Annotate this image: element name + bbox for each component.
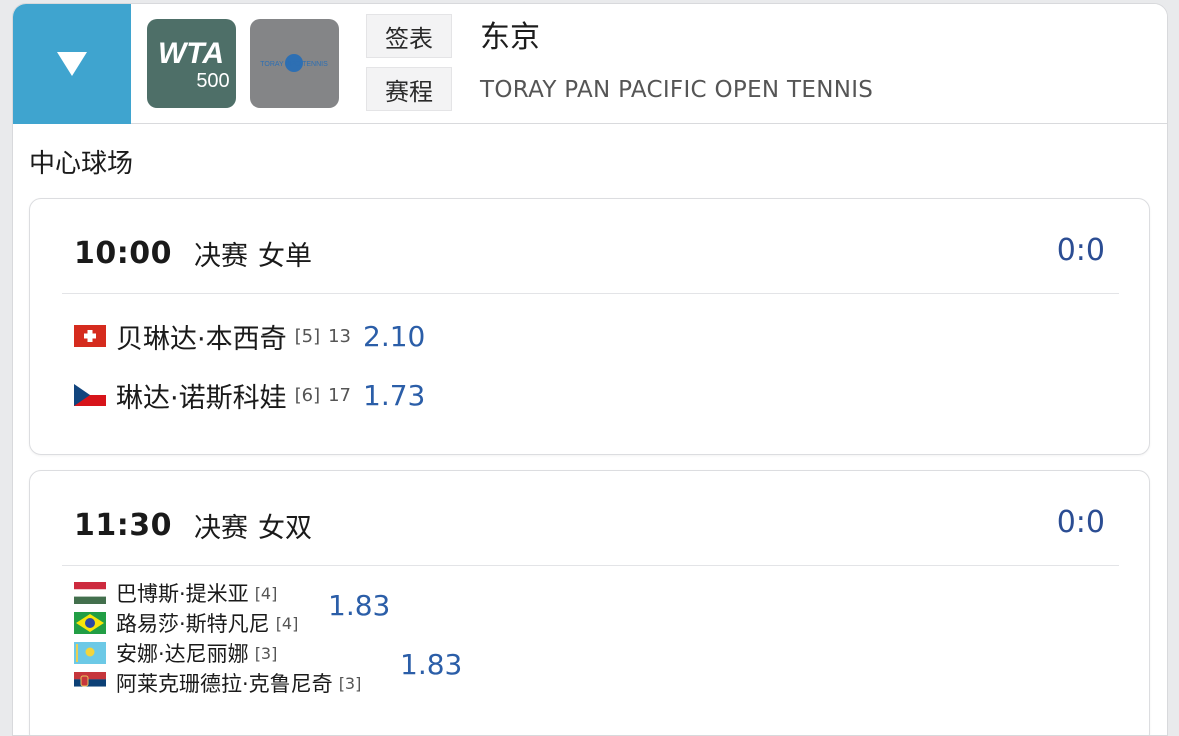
player-rank: 13 — [328, 325, 351, 347]
player-row: 琳达·诺斯科娃 [6] 17 1.73 — [74, 377, 425, 414]
wta-logo-tier: 500 — [196, 70, 229, 92]
toray-ppo-logo: TORAY PPO TENNIS — [250, 19, 339, 108]
player-row: 安娜·达尼丽娜 [3] — [74, 638, 277, 668]
player-seed: [3] — [254, 643, 278, 663]
match-time: 10:00 — [74, 235, 172, 271]
player-name: 琳达·诺斯科娃 — [116, 382, 287, 414]
match-time: 11:30 — [74, 507, 172, 543]
tab-draw[interactable]: 签表 — [366, 14, 452, 58]
match-type: 女单 — [258, 240, 312, 272]
collapse-toggle-button[interactable] — [13, 4, 131, 124]
match-card[interactable]: 11:30 决赛 女双 0:0 巴博斯·提米亚 [4] 路易莎·斯特凡尼 [4]… — [29, 470, 1150, 735]
hungary-flag-icon — [74, 582, 106, 604]
player-odds[interactable]: 1.73 — [363, 379, 425, 412]
tournament-city: 东京 — [480, 20, 540, 55]
player-odds[interactable]: 2.10 — [363, 320, 425, 353]
kazakhstan-flag-icon — [74, 642, 106, 664]
player-seed: [4] — [254, 583, 278, 603]
player-name: 安娜·达尼丽娜 — [116, 642, 249, 666]
player-rank: 17 — [328, 384, 351, 406]
match-header: 11:30 决赛 女双 — [74, 505, 312, 545]
player-seed: [3] — [338, 673, 362, 693]
czech-flag-icon — [74, 384, 106, 406]
player-row: 贝琳达·本西奇 [5] 13 2.10 — [74, 318, 425, 355]
player-name: 贝琳达·本西奇 — [116, 323, 287, 355]
wta-logo-text: WTA — [158, 37, 224, 70]
wta-500-logo: WTA 500 — [147, 19, 236, 108]
triangle-down-icon — [57, 52, 87, 76]
match-type: 女双 — [258, 512, 312, 544]
tab-schedule[interactable]: 赛程 — [366, 67, 452, 111]
match-card[interactable]: 10:00 决赛 女单 0:0 贝琳达·本西奇 [5] 13 2.10 琳达·诺… — [29, 198, 1150, 455]
serbia-flag-icon — [74, 672, 106, 694]
match-score: 0:0 — [1056, 233, 1105, 268]
player-row: 阿莱克珊德拉·克鲁尼奇 [3] — [74, 668, 361, 698]
app-frame: WTA 500 TORAY PPO TENNIS 签表 赛程 东京 TORAY … — [12, 3, 1168, 736]
player-seed: [4] — [275, 613, 299, 633]
match-header: 10:00 决赛 女单 — [74, 233, 312, 273]
team-odds[interactable]: 1.83 — [400, 648, 462, 681]
court-name: 中心球场 — [29, 149, 134, 179]
divider — [62, 565, 1119, 566]
tournament-name: TORAY PAN PACIFIC OPEN TENNIS — [480, 77, 874, 103]
match-round: 决赛 — [194, 240, 248, 272]
player-name: 巴博斯·提米亚 — [116, 582, 249, 606]
match-round: 决赛 — [194, 512, 248, 544]
switzerland-flag-icon — [74, 325, 106, 347]
player-seed: [6] — [294, 384, 321, 406]
team-odds[interactable]: 1.83 — [328, 589, 390, 622]
match-score: 0:0 — [1056, 505, 1105, 540]
player-name: 路易莎·斯特凡尼 — [116, 612, 270, 636]
tournament-header: WTA 500 TORAY PPO TENNIS 签表 赛程 东京 TORAY … — [13, 4, 1167, 124]
brazil-flag-icon — [74, 612, 106, 634]
toray-logo-text: TORAY PPO TENNIS — [260, 61, 328, 68]
divider — [62, 293, 1119, 294]
player-seed: [5] — [294, 325, 321, 347]
player-row: 路易莎·斯特凡尼 [4] — [74, 608, 298, 638]
player-name: 阿莱克珊德拉·克鲁尼奇 — [116, 672, 333, 696]
player-row: 巴博斯·提米亚 [4] — [74, 578, 277, 608]
